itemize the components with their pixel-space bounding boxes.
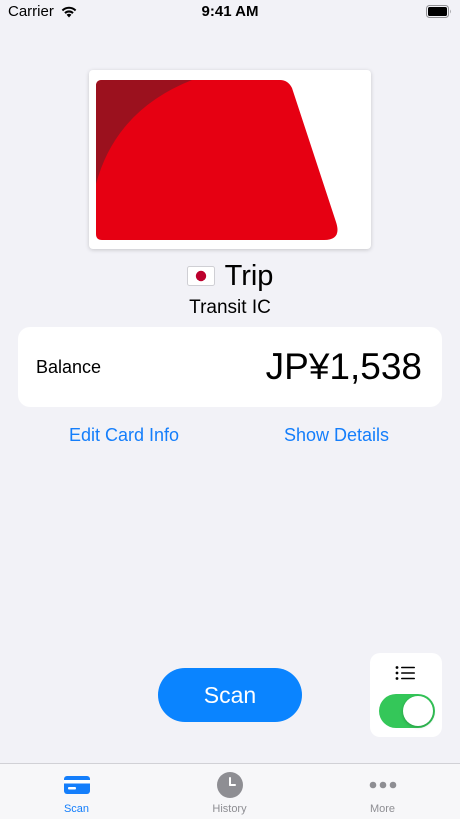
mode-toggle[interactable] xyxy=(379,694,435,728)
tab-history[interactable]: History xyxy=(153,764,306,819)
battery-icon xyxy=(426,5,451,18)
tab-more[interactable]: More xyxy=(306,764,459,819)
balance-value: JP¥1,538 xyxy=(265,346,422,387)
show-details-link[interactable]: Show Details xyxy=(284,423,389,447)
tab-more-label: More xyxy=(369,803,396,815)
tab-scan[interactable]: Scan xyxy=(0,764,153,819)
ellipsis-icon xyxy=(369,781,396,789)
mode-panel xyxy=(370,653,442,737)
clock-icon xyxy=(216,772,243,798)
card-title: Trip xyxy=(0,258,460,294)
balance-label: Balance xyxy=(36,357,102,377)
card-type: Transit IC xyxy=(189,297,271,318)
status-time: 9:41 AM xyxy=(201,3,259,20)
balance-panel: Balance JP¥1,538 xyxy=(18,327,442,407)
scan-button[interactable]: Scan xyxy=(158,668,302,722)
card-image xyxy=(89,70,371,249)
card-art xyxy=(96,80,338,240)
toggle-knob xyxy=(403,696,433,726)
tab-history-label: History xyxy=(212,803,247,815)
tab-bar: Scan History More xyxy=(0,763,460,819)
card-icon xyxy=(63,776,90,794)
card-name: Trip xyxy=(224,260,274,292)
status-bar: Carrier 9:41 AM xyxy=(0,0,460,24)
edit-card-info-link[interactable]: Edit Card Info xyxy=(69,423,179,447)
japan-flag-icon xyxy=(186,266,215,286)
tab-scan-label: Scan xyxy=(63,803,90,815)
list-icon xyxy=(395,666,415,680)
